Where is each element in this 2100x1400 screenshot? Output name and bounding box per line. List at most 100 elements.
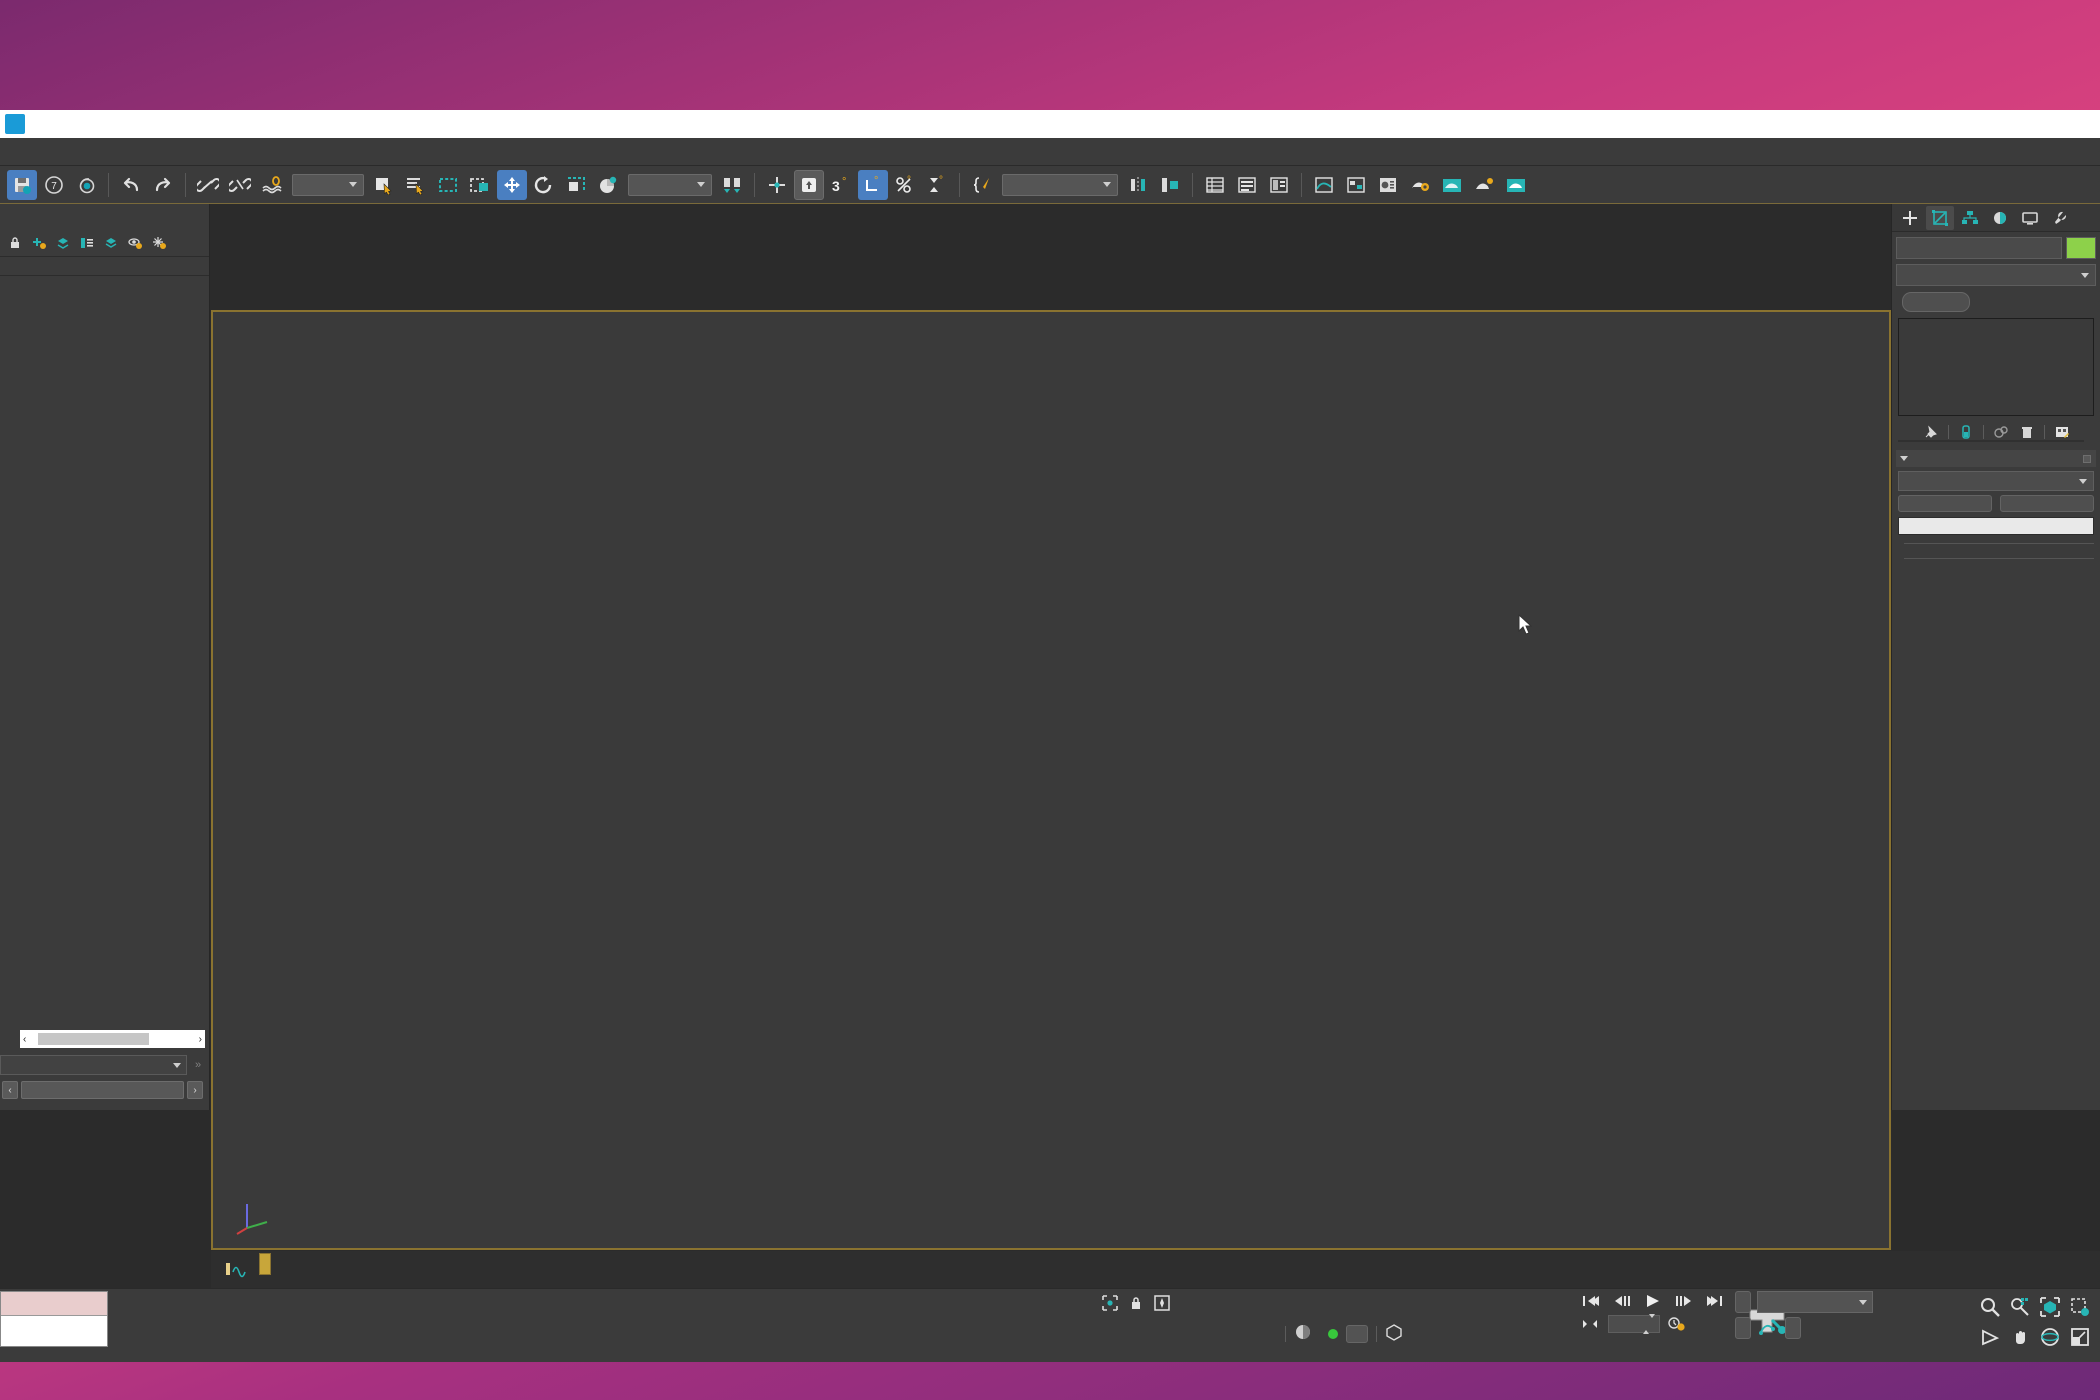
keyframe-controls[interactable] [1735,1291,1873,1339]
zoom-all-icon[interactable] [2006,1293,2034,1321]
use-selection-center-icon[interactable] [762,170,792,200]
transform-type-in[interactable] [1100,1293,1190,1313]
hide-layer-icon[interactable] [126,234,144,252]
algorithm-dropdown-list[interactable] [1898,440,2084,442]
viewport-render-canvas[interactable] [213,312,1889,1248]
reference-coordinate-system-combo[interactable] [628,173,712,196]
layers-stack-icon[interactable] [102,234,120,252]
current-frame-field[interactable] [1608,1314,1660,1334]
snaps-toggle-icon[interactable] [794,169,824,200]
undo-history-icon[interactable]: 7 [39,170,69,200]
perspective-viewport[interactable] [211,310,1891,1250]
tab-display[interactable] [2016,206,2044,230]
bind-to-space-warp-icon[interactable] [257,170,287,200]
prev-frame-button[interactable]: ‹ [2,1081,18,1099]
tab-utilities[interactable] [2046,206,2074,230]
show-end-result-icon[interactable] [1957,423,1975,441]
modifier-list-combo[interactable] [1896,264,2096,286]
add-selection-to-layer-icon[interactable] [54,234,72,252]
remove-modifier-icon[interactable] [2018,423,2036,441]
go-to-end-icon[interactable] [1704,1291,1726,1311]
tab-motion[interactable] [1986,206,2014,230]
scene-explorer-horizontal-scrollbar[interactable]: ‹ › [20,1030,205,1048]
select-and-link-icon[interactable] [193,170,223,200]
frame-counter-field[interactable] [21,1081,184,1099]
select-object-icon[interactable] [369,170,399,200]
tab-hierarchy[interactable] [1956,206,1984,230]
set-key-button-label[interactable] [1735,1317,1751,1339]
make-unique-icon[interactable] [1992,423,2010,441]
scene-explorer-tree[interactable] [20,302,209,1070]
enabled-count-badge[interactable] [1346,1324,1368,1343]
time-configuration-icon[interactable] [1666,1314,1688,1334]
render-iterative-icon[interactable] [1501,170,1531,200]
spinner-arrows-icon[interactable]: ° [922,170,952,200]
redo-history-icon[interactable] [71,170,101,200]
time-slider-handle[interactable] [259,1253,271,1275]
retopology-rollout-header[interactable] [1896,450,2096,467]
spinner-snap-toggle-icon[interactable]: ° [890,170,920,200]
go-to-start-icon[interactable] [1580,1291,1602,1311]
add-layer-icon[interactable] [30,234,48,252]
tab-create[interactable] [1896,206,1924,230]
active-layer-selector[interactable]: » [0,1054,209,1076]
tab-modify[interactable] [1926,205,1954,230]
render-production-icon[interactable] [1469,170,1499,200]
object-name-field[interactable] [1896,237,2062,259]
object-color-swatch[interactable] [2066,237,2096,259]
selection-filter-combo[interactable] [292,173,364,196]
key-filters-button[interactable] [1785,1317,1801,1339]
redo-icon[interactable] [148,170,178,200]
command-panel-tabs[interactable] [1892,204,2100,232]
align-icon[interactable] [1155,170,1185,200]
selection-lock-region-icon[interactable] [1100,1293,1120,1313]
rectangular-selection-region-icon[interactable] [433,170,463,200]
select-by-name-icon[interactable] [401,170,431,200]
selection-lock-toggle-icon[interactable] [1126,1293,1146,1313]
listener-input-row[interactable] [1,1292,107,1316]
play-animation-icon[interactable] [1642,1291,1664,1311]
orbit-view-icon[interactable] [2036,1323,2064,1351]
timeline-ruler[interactable] [251,1251,2100,1288]
curve-editor-icon[interactable] [1309,170,1339,200]
time-tag-icon[interactable] [1294,1323,1312,1344]
main-toolbar[interactable]: 7 3 ° ° ° ° [0,166,2100,204]
render-setup-icon[interactable] [1405,170,1435,200]
material-editor-icon[interactable] [1373,170,1403,200]
playback-controls[interactable] [1580,1291,1726,1334]
percent-snap-toggle-icon[interactable]: ° [858,169,888,200]
scroll-thumb[interactable] [38,1033,149,1045]
zoom-region-icon[interactable] [2066,1293,2094,1321]
algorithm-combo[interactable] [1898,471,2094,491]
unlink-selection-icon[interactable] [225,170,255,200]
named-selection-set-combo[interactable] [1002,173,1118,196]
mirror-icon[interactable] [1123,170,1153,200]
frame-navigator[interactable]: ‹ › [2,1080,203,1100]
default-in-out-tangents-icon[interactable] [1757,1318,1779,1338]
time-slider-track-bar[interactable] [211,1251,2100,1288]
spinner-arrows-icon[interactable] [1643,1314,1655,1334]
window-crossing-toggle-icon[interactable] [465,170,495,200]
maxscript-mini-listener[interactable] [0,1291,108,1347]
lock-icon[interactable] [6,234,24,252]
configure-modifier-sets-icon[interactable] [2053,423,2071,441]
zoom-icon[interactable] [1976,1293,2004,1321]
schematic-view-icon[interactable] [1341,170,1371,200]
edit-named-selection-sets-icon[interactable] [967,170,997,200]
menu-bar[interactable] [0,138,2100,166]
zoom-extents-icon[interactable] [2036,1293,2064,1321]
pan-view-icon[interactable] [2006,1323,2034,1351]
scene-explorer-icon[interactable] [1200,170,1230,200]
maximize-viewport-icon[interactable] [2066,1323,2094,1351]
modifier-stack[interactable] [1898,318,2094,416]
active-layer-field[interactable] [0,1055,187,1075]
layer-explorer-icon[interactable] [1232,170,1262,200]
expand-panel-icon[interactable]: » [187,1059,209,1071]
next-frame-icon[interactable] [1673,1291,1695,1311]
select-and-rotate-icon[interactable] [529,170,559,200]
angle-snap-toggle-icon[interactable]: 3 ° [826,170,856,200]
viewport-navigation-controls[interactable] [1976,1293,2094,1351]
undo-icon[interactable] [116,170,146,200]
select-and-scale-icon[interactable] [561,170,591,200]
timetag-row[interactable] [1285,1323,1411,1344]
